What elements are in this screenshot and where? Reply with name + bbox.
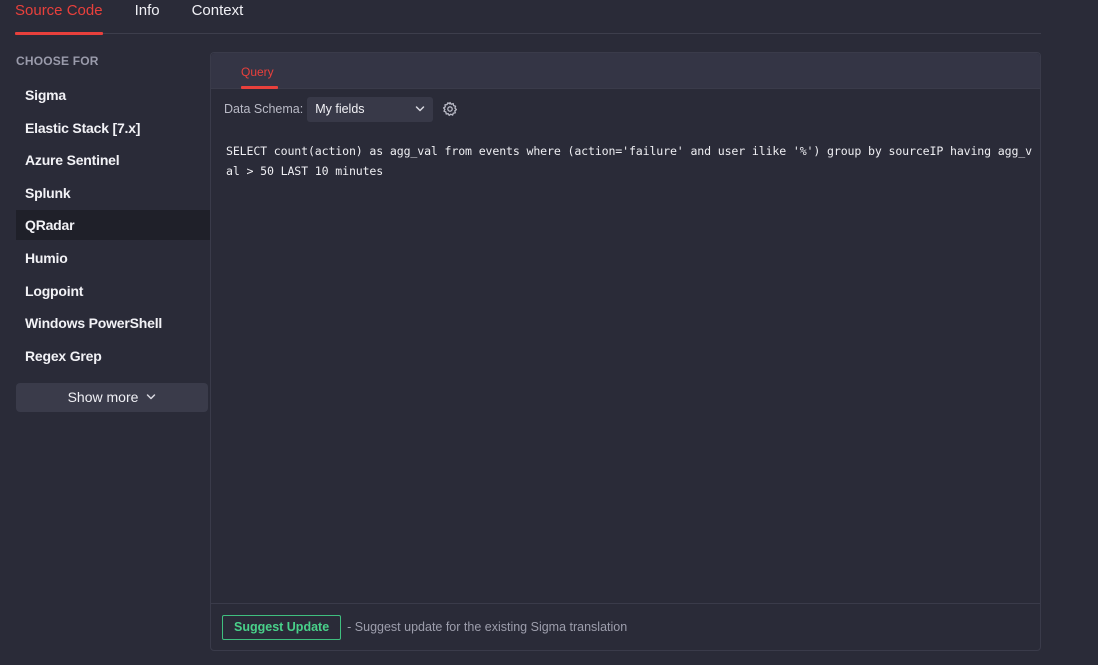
tab-context[interactable]: Context xyxy=(192,0,244,34)
panel-footer: Suggest Update - Suggest update for the … xyxy=(211,603,1040,650)
sidebar-item-sigma[interactable]: Sigma xyxy=(16,80,210,110)
query-code: SELECT count(action) as agg_val from eve… xyxy=(226,144,1032,178)
data-schema-value: My fields xyxy=(315,102,365,116)
sidebar-item-logpoint[interactable]: Logpoint xyxy=(16,276,210,306)
sidebar-item-humio[interactable]: Humio xyxy=(16,243,210,273)
chevron-down-icon xyxy=(147,394,156,400)
chevron-down-icon xyxy=(415,106,425,112)
suggest-update-button[interactable]: Suggest Update xyxy=(222,614,342,640)
sidebar-item-azure-sentinel[interactable]: Azure Sentinel xyxy=(16,145,210,175)
panel-header: Query xyxy=(211,53,1040,89)
data-schema-select[interactable]: My fields xyxy=(307,96,434,122)
query-panel: Query Data Schema: My fields SELECT coun… xyxy=(210,52,1041,651)
tab-query[interactable]: Query xyxy=(241,65,278,89)
data-schema-label: Data Schema: xyxy=(224,102,304,116)
suggest-update-description: - Suggest update for the existing Sigma … xyxy=(347,620,628,634)
show-more-button[interactable]: Show more xyxy=(16,382,208,412)
show-more-label: Show more xyxy=(67,389,139,406)
sidebar-item-splunk[interactable]: Splunk xyxy=(16,178,210,208)
sidebar-item-elastic-stack[interactable]: Elastic Stack [7.x] xyxy=(16,113,210,143)
gear-icon[interactable] xyxy=(442,101,458,117)
data-schema-row: Data Schema: My fields xyxy=(224,96,458,122)
tab-info[interactable]: Info xyxy=(135,0,160,34)
top-tab-bar: Source Code Info Context xyxy=(15,0,1041,35)
sidebar-item-windows-powershell[interactable]: Windows PowerShell xyxy=(16,308,210,338)
sidebar-item-regex-grep[interactable]: Regex Grep xyxy=(16,341,210,371)
platform-sidebar: CHOOSE FOR Sigma Elastic Stack [7.x] Azu… xyxy=(16,52,210,412)
choose-for-heading: CHOOSE FOR xyxy=(16,54,99,68)
sidebar-item-qradar[interactable]: QRadar xyxy=(16,210,210,241)
tab-source-code[interactable]: Source Code xyxy=(15,0,103,35)
